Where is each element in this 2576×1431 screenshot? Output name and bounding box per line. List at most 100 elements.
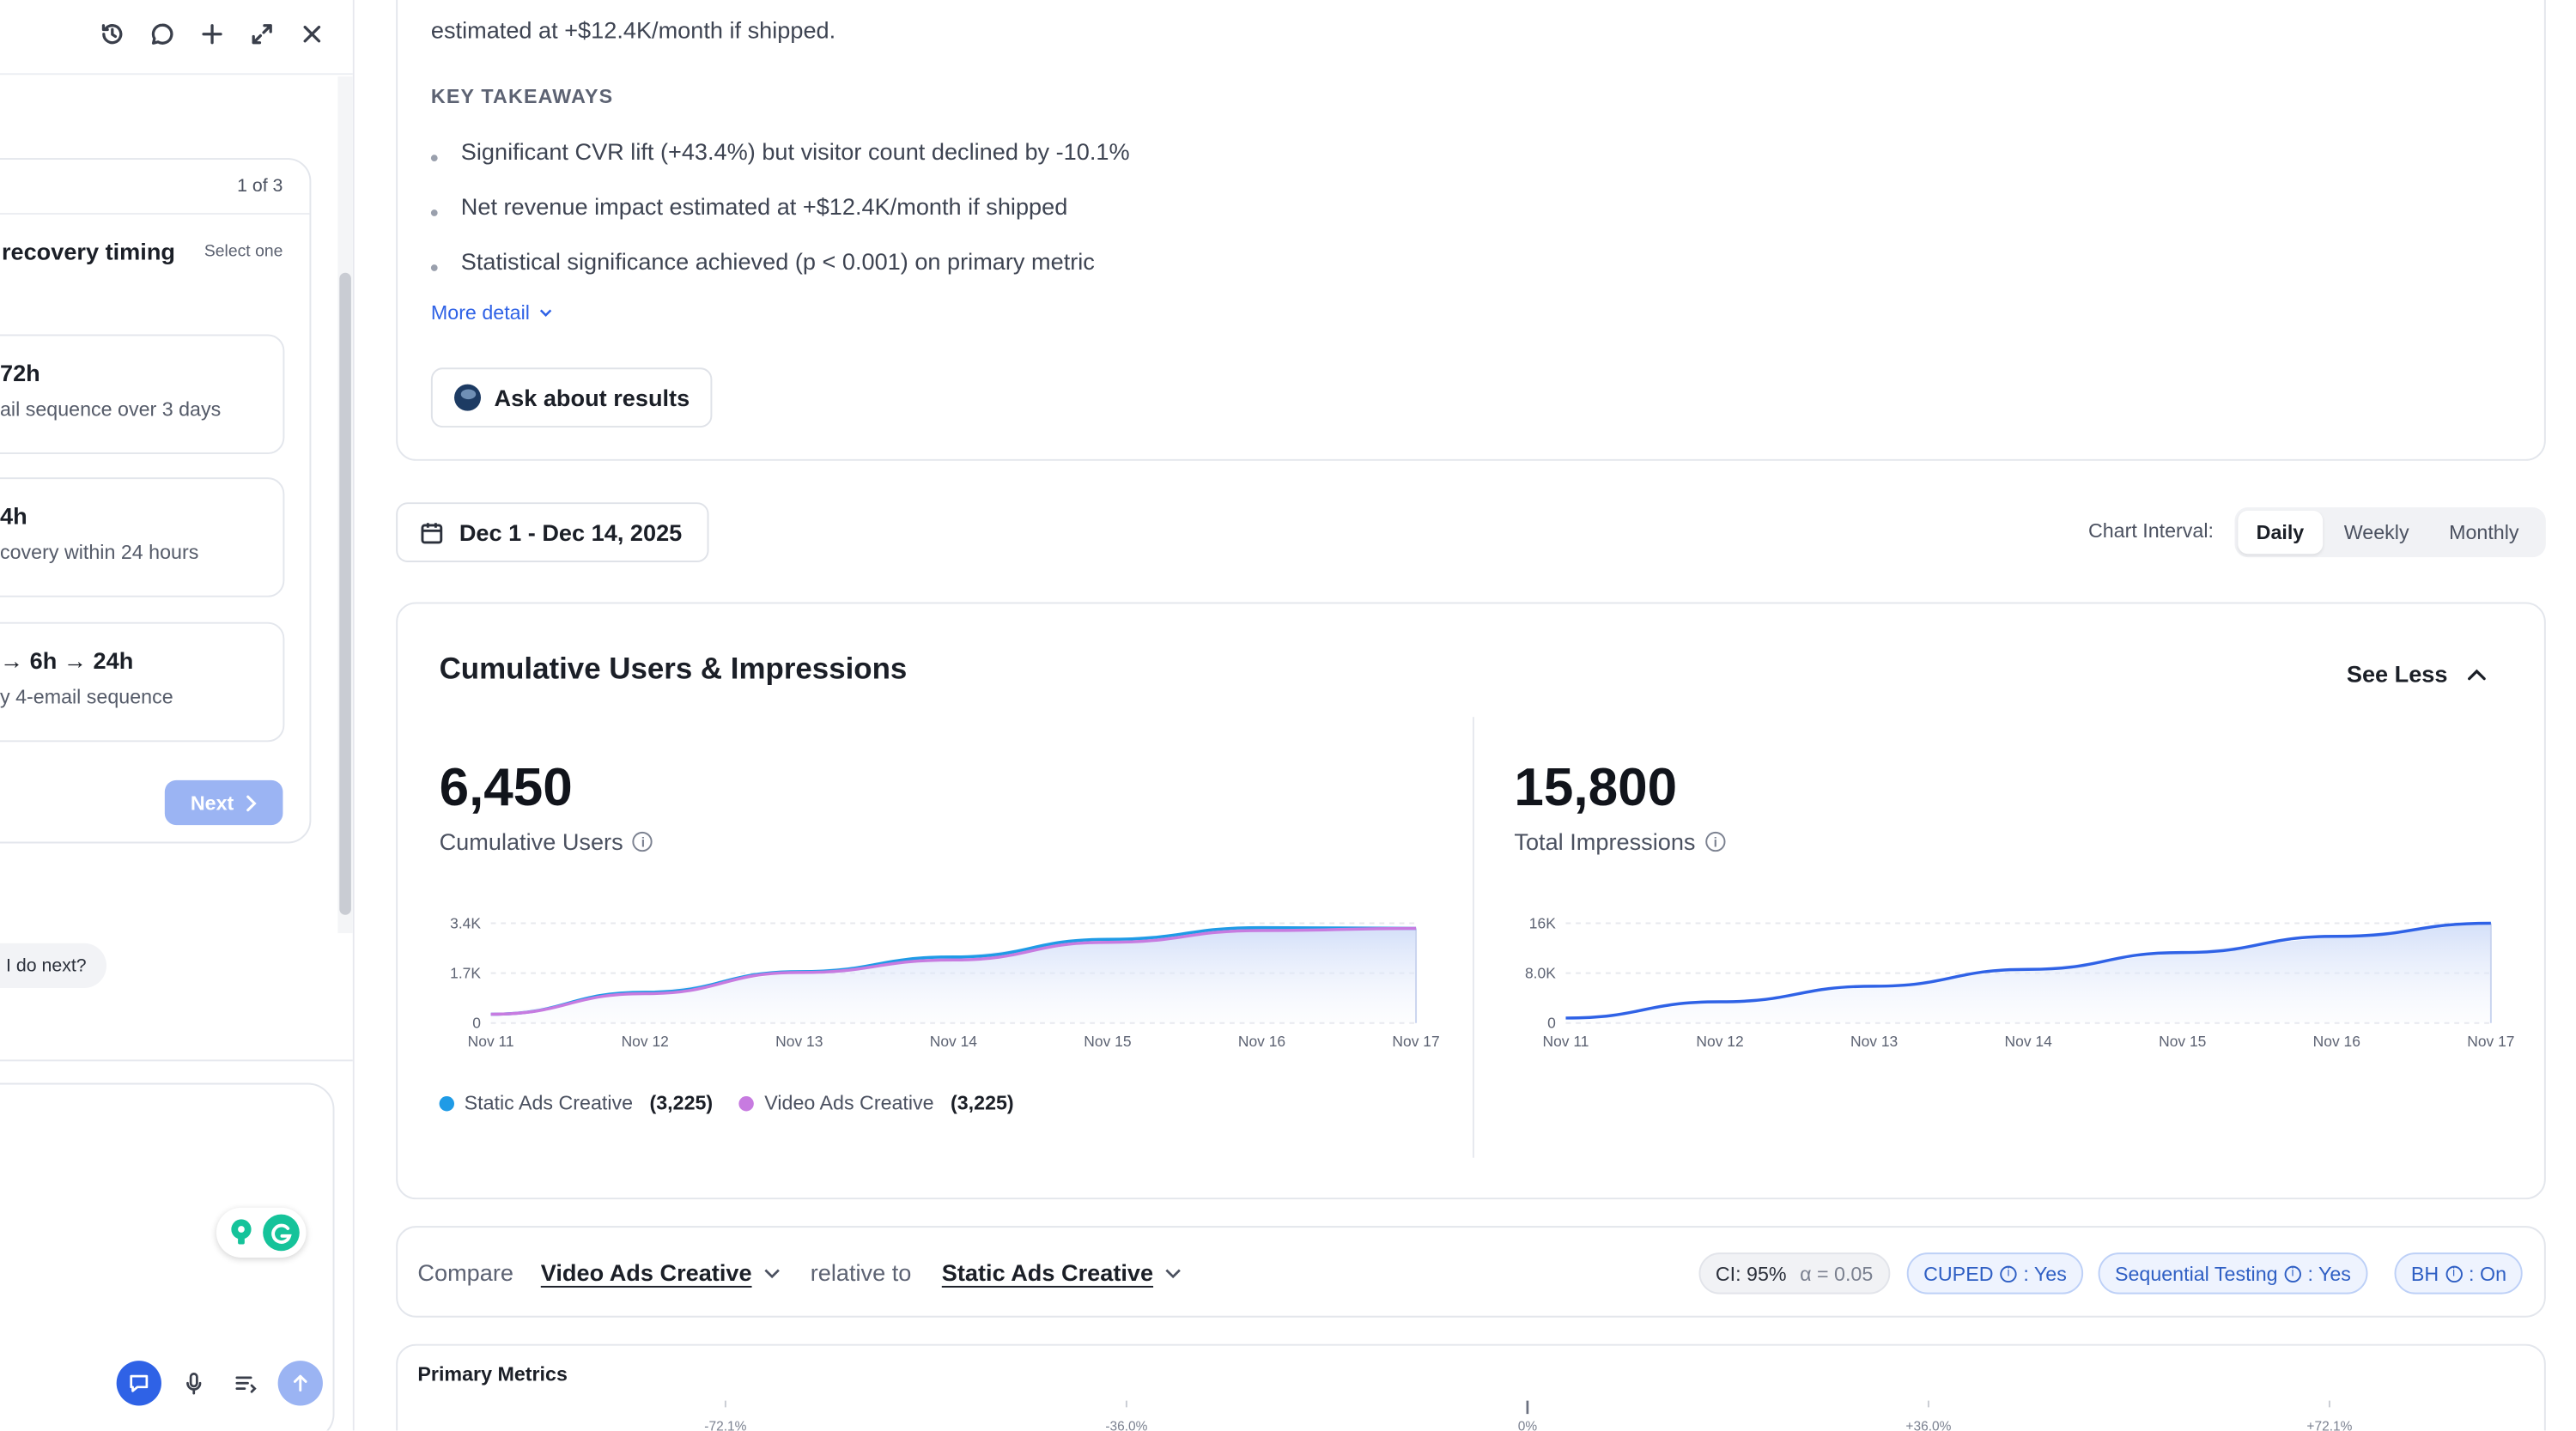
x-tick-label: Nov 11 bbox=[468, 1033, 514, 1050]
see-less-toggle[interactable]: See Less bbox=[2347, 660, 2486, 687]
y-tick-label: 0 bbox=[472, 1015, 481, 1032]
primary-metrics-card: Primary Metrics -72.1% -36.0% 0% +36.0% +72.… bbox=[396, 1343, 2546, 1431]
option-title: 4h bbox=[0, 502, 27, 530]
x-tick-label: Nov 13 bbox=[775, 1033, 823, 1050]
ci-value: CI: 95% bbox=[1715, 1261, 1787, 1285]
card-title: Cumulative Users & Impressions bbox=[439, 652, 908, 686]
plus-icon[interactable] bbox=[197, 15, 227, 52]
y-tick-label: 0 bbox=[1547, 1015, 1556, 1032]
chart-interval-label: Chart Interval: bbox=[2087, 518, 2215, 543]
total-impressions-value: 15,800 bbox=[1514, 756, 1678, 817]
interval-monthly[interactable]: Monthly bbox=[2431, 511, 2537, 554]
grammarly-widget[interactable] bbox=[216, 1207, 307, 1258]
ci-badge[interactable]: CI: 95% α = 0.05 bbox=[1698, 1252, 1890, 1295]
close-icon[interactable] bbox=[296, 15, 326, 52]
option-card-3[interactable]: → 6h → 24h y 4-email sequence bbox=[0, 622, 285, 743]
x-tick-label: Nov 17 bbox=[1392, 1033, 1439, 1050]
chat-mode-icon[interactable] bbox=[116, 1361, 161, 1406]
legend-item-static[interactable]: Static Ads Creative (3,225) bbox=[439, 1091, 714, 1115]
option-card-1[interactable]: 72h ail sequence over 3 days bbox=[0, 334, 285, 455]
main-content: estimated at +$12.4K/month if shipped. K… bbox=[354, 0, 2576, 1431]
legend-value: (3,225) bbox=[950, 1091, 1014, 1115]
legend-item-video[interactable]: Video Ads Creative (3,225) bbox=[739, 1091, 1014, 1115]
legend-label: Video Ads Creative bbox=[764, 1091, 934, 1115]
suggestion-chip[interactable]: ld I do next? bbox=[0, 943, 106, 989]
sequential-testing-badge[interactable]: Sequential Testing i : Yes bbox=[2098, 1252, 2368, 1295]
axis-tick-label: +36.0% bbox=[1905, 1420, 1951, 1431]
chevron-down-icon bbox=[764, 1268, 780, 1278]
cuped-badge[interactable]: CUPED i : Yes bbox=[1906, 1252, 2084, 1295]
chevron-up-icon bbox=[2468, 668, 2486, 680]
see-less-label: See Less bbox=[2346, 660, 2448, 688]
interval-weekly[interactable]: Weekly bbox=[2325, 511, 2427, 554]
grammarly-bulb-icon bbox=[223, 1216, 258, 1250]
axis-tick-label: 0% bbox=[1518, 1420, 1538, 1431]
x-tick-label: Nov 16 bbox=[1238, 1033, 1285, 1050]
more-detail-link[interactable]: More detail bbox=[431, 301, 553, 324]
baseline-select[interactable]: Static Ads Creative bbox=[942, 1259, 1182, 1286]
divider bbox=[1472, 717, 1474, 1158]
primary-metrics-axis: -72.1% -36.0% 0% +36.0% +72.1% bbox=[704, 1400, 2353, 1431]
send-icon[interactable] bbox=[277, 1361, 323, 1406]
legend-value: (3,225) bbox=[649, 1091, 714, 1115]
assistant-avatar-icon bbox=[454, 384, 482, 411]
variant-select[interactable]: Video Ads Creative bbox=[541, 1259, 781, 1286]
primary-metrics-title: Primary Metrics bbox=[417, 1362, 568, 1386]
x-tick-label: Nov 14 bbox=[2005, 1033, 2053, 1050]
more-detail-label: More detail bbox=[430, 300, 530, 324]
info-icon: i bbox=[2000, 1264, 2017, 1282]
scrollbar-thumb[interactable] bbox=[339, 272, 351, 915]
bullet-icon bbox=[430, 155, 438, 161]
chevron-down-icon bbox=[1165, 1268, 1182, 1278]
cumulative-users-label: Cumulative Users i bbox=[440, 828, 653, 855]
y-tick-label: 1.7K bbox=[450, 964, 481, 981]
question-card: 1 of 3 recovery timing Select one 72h ai… bbox=[0, 158, 312, 844]
bh-badge[interactable]: BH i : On bbox=[2394, 1252, 2524, 1295]
next-button[interactable]: Next bbox=[164, 779, 283, 826]
cuped-label: CUPED bbox=[1923, 1261, 1994, 1285]
calendar-icon bbox=[421, 522, 443, 543]
option-desc: ail sequence over 3 days bbox=[0, 397, 222, 421]
chat-toolbar bbox=[96, 15, 325, 52]
composer-toolbar bbox=[116, 1361, 323, 1406]
info-icon[interactable]: i bbox=[1705, 831, 1726, 852]
divider bbox=[0, 1059, 353, 1062]
chart-legend: Static Ads Creative (3,225) Video Ads Cr… bbox=[439, 1091, 1014, 1115]
list-icon[interactable] bbox=[227, 1364, 265, 1403]
question-title: recovery timing bbox=[1, 238, 175, 265]
option-desc: y 4-email sequence bbox=[0, 685, 173, 709]
info-icon[interactable]: i bbox=[633, 831, 653, 852]
info-icon: i bbox=[2284, 1264, 2301, 1282]
bullet-icon bbox=[430, 264, 438, 271]
series-area bbox=[490, 927, 1417, 1023]
mic-icon[interactable] bbox=[174, 1364, 213, 1403]
chat-icon[interactable] bbox=[147, 15, 177, 52]
compare-bar: Compare Video Ads Creative relative to S… bbox=[396, 1226, 2546, 1318]
takeaway-text: Statistical significance achieved (p < 0… bbox=[460, 247, 1095, 275]
takeaway-item: Net revenue impact estimated at +$12.4K/… bbox=[430, 193, 1067, 220]
option-card-2[interactable]: 4h covery within 24 hours bbox=[0, 477, 285, 597]
relative-to-label: relative to bbox=[810, 1258, 912, 1286]
bh-value: : On bbox=[2469, 1261, 2507, 1285]
x-tick-label: Nov 12 bbox=[622, 1033, 669, 1050]
takeaway-item: Statistical significance achieved (p < 0… bbox=[430, 247, 1095, 275]
next-button-label: Next bbox=[190, 791, 234, 815]
total-impressions-text: Total Impressions bbox=[1514, 828, 1696, 856]
question-hint: Select one bbox=[204, 242, 283, 262]
chat-panel: 1 of 3 recovery timing Select one 72h ai… bbox=[0, 0, 355, 1431]
y-tick-label: 8.0K bbox=[1525, 964, 1556, 981]
bh-label: BH bbox=[2410, 1261, 2439, 1285]
history-icon[interactable] bbox=[96, 15, 126, 52]
x-tick-label: Nov 11 bbox=[1542, 1033, 1589, 1050]
cumulative-metrics-card: Cumulative Users & Impressions See Less … bbox=[396, 602, 2546, 1200]
info-icon: i bbox=[2445, 1264, 2463, 1282]
baseline-value: Static Ads Creative bbox=[941, 1258, 1154, 1286]
option-title: → 6h → 24h bbox=[0, 646, 134, 674]
interval-daily[interactable]: Daily bbox=[2238, 510, 2323, 555]
date-range-picker[interactable]: Dec 1 - Dec 14, 2025 bbox=[396, 502, 709, 562]
message-composer[interactable] bbox=[0, 1082, 335, 1431]
date-range-label: Dec 1 - Dec 14, 2025 bbox=[459, 518, 683, 546]
expand-icon[interactable] bbox=[246, 15, 276, 52]
seq-value: : Yes bbox=[2307, 1261, 2351, 1285]
ask-about-results-button[interactable]: Ask about results bbox=[430, 367, 714, 428]
